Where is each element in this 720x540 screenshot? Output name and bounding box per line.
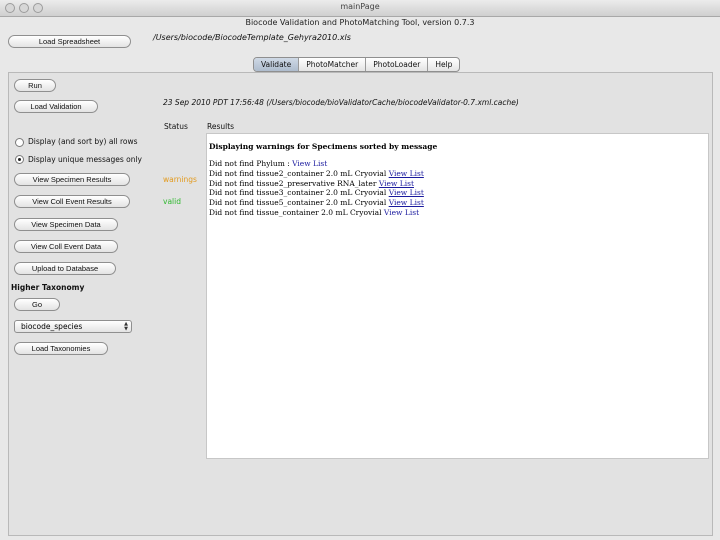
load-spreadsheet-button[interactable]: Load Spreadsheet xyxy=(8,35,131,48)
result-line: Did not find tissue3_container 2.0 mL Cr… xyxy=(209,188,708,198)
view-coll-event-data-button[interactable]: View Coll Event Data xyxy=(14,240,118,253)
radio-all-rows[interactable] xyxy=(15,138,24,147)
title-bar: mainPage xyxy=(0,0,720,17)
window-title: mainPage xyxy=(340,2,380,11)
taxonomy-select[interactable]: biocode_species ▲ ▼ xyxy=(14,320,132,333)
result-line: Did not find tissue_container 2.0 mL Cry… xyxy=(209,208,708,218)
results-heading: Displaying warnings for Specimens sorted… xyxy=(209,142,438,151)
coll-event-status-valid: valid xyxy=(163,197,181,206)
view-list-link[interactable]: View List xyxy=(384,208,419,217)
result-line: Did not find tissue2_preservative RNA_la… xyxy=(209,179,708,189)
view-list-link[interactable]: View List xyxy=(389,169,424,178)
specimen-status-warnings: warnings xyxy=(163,175,197,184)
results-list: Did not find Phylum : View List Did not f… xyxy=(209,159,708,218)
load-taxonomies-button[interactable]: Load Taxonomies xyxy=(14,342,108,355)
view-list-link[interactable]: View List xyxy=(292,159,327,168)
tab-validate[interactable]: Validate xyxy=(254,58,300,71)
tab-help[interactable]: Help xyxy=(428,58,459,71)
result-message: Did not find tissue3_container 2.0 mL Cr… xyxy=(209,188,389,198)
results-pane: Displaying warnings for Specimens sorted… xyxy=(206,133,709,459)
result-line: Did not find tissue5_container 2.0 mL Cr… xyxy=(209,198,708,208)
radio-all-rows-label: Display (and sort by) all rows xyxy=(28,137,138,146)
upload-to-database-button[interactable]: Upload to Database xyxy=(14,262,116,275)
tab-photomatcher[interactable]: PhotoMatcher xyxy=(299,58,367,71)
radio-unique-messages-label: Display unique messages only xyxy=(28,155,142,164)
view-specimen-results-button[interactable]: View Specimen Results xyxy=(14,173,130,186)
results-header: Results xyxy=(207,122,235,131)
app-title: Biocode Validation and PhotoMatching Too… xyxy=(245,18,475,27)
updown-arrows-icon: ▲ ▼ xyxy=(124,321,128,332)
result-message: Did not find tissue2_preservative RNA_la… xyxy=(209,178,379,188)
view-specimen-data-button[interactable]: View Specimen Data xyxy=(14,218,118,231)
status-header: Status xyxy=(164,122,188,131)
radio-unique-messages[interactable] xyxy=(15,155,24,164)
result-message: Did not find tissue_container 2.0 mL Cry… xyxy=(209,207,384,217)
result-message: Did not find tissue5_container 2.0 mL Cr… xyxy=(209,198,389,208)
higher-taxonomy-header: Higher Taxonomy xyxy=(11,283,85,292)
view-list-link[interactable]: View List xyxy=(389,188,424,197)
result-line: Did not find Phylum : View List xyxy=(209,159,708,169)
spreadsheet-path: /Users/biocode/BiocodeTemplate_Gehyra201… xyxy=(153,33,351,42)
tab-photoloader[interactable]: PhotoLoader xyxy=(366,58,429,71)
taxonomy-go-button[interactable]: Go xyxy=(14,298,60,311)
result-line: Did not find tissue2_container 2.0 mL Cr… xyxy=(209,169,708,179)
load-validation-button[interactable]: Load Validation xyxy=(14,100,98,113)
validation-timestamp: 23 Sep 2010 PDT 17:56:48 (/Users/biocode… xyxy=(163,98,519,107)
view-list-link[interactable]: View List xyxy=(389,198,424,207)
tab-bar: Validate PhotoMatcher PhotoLoader Help xyxy=(253,57,461,72)
view-list-link[interactable]: View List xyxy=(379,179,414,188)
result-message: Did not find tissue2_container 2.0 mL Cr… xyxy=(209,168,389,178)
main-window: mainPage Biocode Validation and PhotoMat… xyxy=(0,0,720,540)
run-button[interactable]: Run xyxy=(14,79,56,92)
result-message: Did not find Phylum : xyxy=(209,159,293,168)
view-coll-event-results-button[interactable]: View Coll Event Results xyxy=(14,195,130,208)
taxonomy-select-value: biocode_species xyxy=(21,322,83,331)
